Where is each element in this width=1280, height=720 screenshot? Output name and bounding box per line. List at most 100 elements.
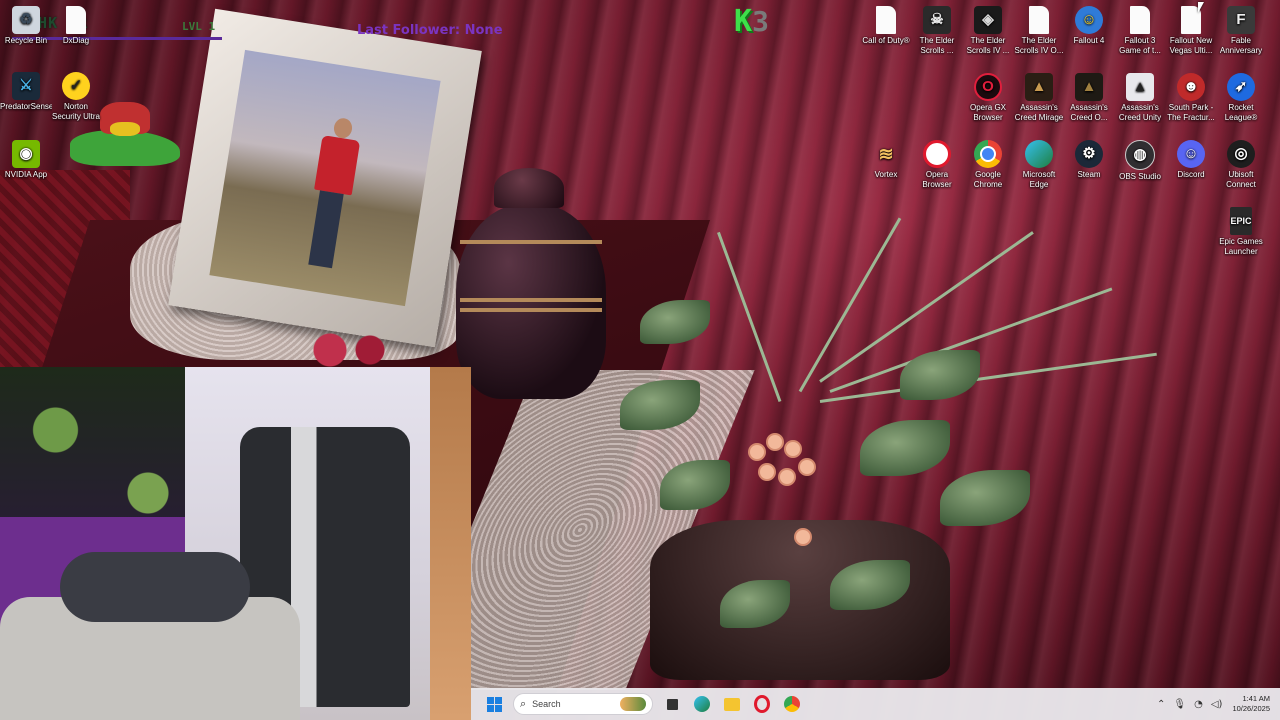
desktop-icon-microsoft-edge[interactable]: Microsoft Edge (1013, 140, 1065, 190)
desktop-icon-label: Norton Security Ultra (51, 102, 100, 121)
desktop-icon-rocket-league[interactable]: ➶ Rocket League® (1215, 73, 1267, 123)
desktop-icon-google-chrome[interactable]: Google Chrome (962, 140, 1014, 190)
wallpaper-roses (300, 330, 400, 370)
desktop-icon-label: Ubisoft Connect (1226, 170, 1256, 189)
desktop-icon-discord[interactable]: ☺ Discord (1165, 140, 1217, 180)
windows-logo-icon (486, 696, 502, 712)
steam-icon: ⚙ (1075, 140, 1103, 168)
vortex-icon: ≋ (878, 144, 894, 164)
desktop-icon-ac-origins[interactable]: ▲ Assassin's Creed O... (1063, 73, 1115, 123)
wifi-icon[interactable]: ◔ (1194, 699, 1203, 710)
desktop-icon-label: PredatorSense (0, 102, 52, 111)
predator-icon: ⚔ (12, 72, 40, 100)
task-view-icon (666, 698, 678, 710)
framed-photo (209, 49, 441, 307)
dxdiag-icon (66, 6, 86, 34)
desktop-icon-call-of-duty[interactable]: Call of Duty® (860, 6, 912, 46)
desktop-icon-nvidia-app[interactable]: ◉ NVIDIA App (0, 140, 52, 180)
desktop-icon-steam[interactable]: ⚙ Steam (1063, 140, 1115, 180)
desktop-icon-elder-scrolls-iv-o[interactable]: The Elder Scrolls IV O... (1013, 6, 1065, 56)
norton-icon: ✓ (62, 72, 90, 100)
urn-band (460, 308, 602, 312)
desktop-icon-opera-browser[interactable]: Opera Browser (911, 140, 963, 190)
ac-mirage-icon: ▲ (1025, 73, 1053, 101)
desktop-icon-label: Recycle Bin (4, 36, 48, 45)
desktop-icon-ac-unity[interactable]: ▲ Assassin's Creed Unity (1114, 73, 1166, 123)
wallpaper-plant (600, 180, 1160, 680)
desktop-icon-fable-anniversary[interactable]: F Fable Anniversary (1215, 6, 1267, 56)
plant-flower (800, 460, 814, 474)
fable-icon: F (1227, 6, 1255, 34)
desktop-icon-elder-scrolls-skyrim[interactable]: ☠ The Elder Scrolls ... (911, 6, 963, 56)
obs-icon: ◍ (1125, 140, 1155, 170)
plant-leaf (830, 560, 910, 610)
desktop-icon-fallout-4[interactable]: ☺ Fallout 4 (1063, 6, 1115, 46)
plant-flower (760, 465, 774, 479)
desktop-icon-label: Fallout 4 (1073, 36, 1105, 45)
desktop-icon-predatorsense[interactable]: ⚔ PredatorSense (0, 72, 52, 112)
desktop-icon-opera-gx[interactable]: O Opera GX Browser (962, 73, 1014, 123)
plant-leaf (940, 470, 1030, 526)
dragon-eye (110, 122, 140, 136)
person-shirt (314, 135, 361, 196)
desktop-icon-label: Epic Games Launcher (1219, 237, 1263, 256)
taskbar-chrome-button[interactable] (779, 691, 805, 717)
desktop-icon-fallout-new-vegas[interactable]: Fallout New Vegas Ulti... (1165, 6, 1217, 56)
desktop-icon-label: Rocket League® (1224, 103, 1258, 122)
opera-icon (754, 695, 770, 713)
desktop-icon-fallout-3[interactable]: Fallout 3 Game of t... (1114, 6, 1166, 56)
plant-leaf (900, 350, 980, 400)
desktop-icon-label: DxDiag (62, 36, 90, 45)
desktop-icon-label: The Elder Scrolls ... (919, 36, 955, 55)
desktop-icon-label: NVIDIA App (4, 170, 48, 179)
clock-date: 10/26/2025 (1232, 704, 1270, 713)
plant-leaf (620, 380, 700, 430)
skyrim-icon: ☠ (923, 6, 951, 34)
chevron-up-icon[interactable]: ⌃ (1157, 699, 1165, 710)
plant-flower (768, 435, 782, 449)
desktop-icon-norton[interactable]: ✓ Norton Security Ultra (50, 72, 102, 122)
desktop-icon-label: Assassin's Creed O... (1070, 103, 1108, 122)
desktop-icon-epic-games[interactable]: EPIC Epic Games Launcher (1215, 207, 1267, 257)
start-button[interactable] (481, 691, 507, 717)
file-explorer-icon (724, 697, 740, 711)
desktop-icon-label: Call of Duty® (862, 36, 910, 45)
opera-gx-icon: O (974, 73, 1002, 101)
desktop-icon-south-park[interactable]: ☻ South Park - The Fractur... (1165, 73, 1217, 123)
taskbar-file-explorer-button[interactable] (719, 691, 745, 717)
volume-icon[interactable]: ◁) (1211, 699, 1223, 710)
wallpaper-urn (448, 168, 608, 408)
webcam-door (430, 367, 471, 720)
microphone-icon[interactable]: 🎙 (1173, 699, 1186, 710)
ac-unity-icon: ▲ (1126, 73, 1154, 101)
desktop-icon-label: Steam (1077, 170, 1101, 179)
urn-band (460, 298, 602, 302)
desktop-icon-dxdiag[interactable]: DxDiag (50, 6, 102, 46)
opera-icon (923, 140, 951, 168)
south-park-icon: ☻ (1177, 73, 1205, 101)
recycle-bin-icon: ♻ (12, 6, 40, 34)
taskbar-opera-button[interactable] (749, 691, 775, 717)
desktop-icon-vortex[interactable]: ≋ Vortex (860, 140, 912, 180)
desktop-icon-label: OBS Studio (1119, 172, 1161, 181)
desktop-icon-ac-mirage[interactable]: ▲ Assassin's Creed Mirage (1013, 73, 1065, 123)
desktop-icon-recycle-bin[interactable]: ♻ Recycle Bin (0, 6, 52, 46)
plant-blade (798, 217, 902, 393)
task-view-button[interactable] (659, 691, 685, 717)
desktop-icon-label: Fallout New Vegas Ulti... (1169, 36, 1213, 55)
desktop-icon-label: Fable Anniversary (1219, 36, 1263, 55)
chrome-icon (974, 140, 1002, 168)
desktop-icon-label: Fallout 3 Game of t... (1119, 36, 1161, 55)
webcam-person (60, 552, 250, 622)
taskbar-clock[interactable]: 1:41 AM 10/26/2025 (1232, 694, 1270, 714)
plant-blade (717, 231, 782, 403)
desktop-icon-label: South Park - The Fractur... (1167, 103, 1215, 122)
desktop-icon-elder-scrolls-oblivion[interactable]: ◈ The Elder Scrolls IV ... (962, 6, 1014, 56)
plant-flower (780, 470, 794, 484)
desktop-icon-obs-studio[interactable]: ◍ OBS Studio (1114, 140, 1166, 182)
oblivion-icon: ◈ (974, 6, 1002, 34)
taskbar-search[interactable]: ⌕ Search (513, 693, 653, 715)
wallpaper-photo-frame (168, 8, 482, 348)
taskbar-edge-button[interactable] (689, 691, 715, 717)
desktop-icon-ubisoft-connect[interactable]: ◎ Ubisoft Connect (1215, 140, 1267, 190)
